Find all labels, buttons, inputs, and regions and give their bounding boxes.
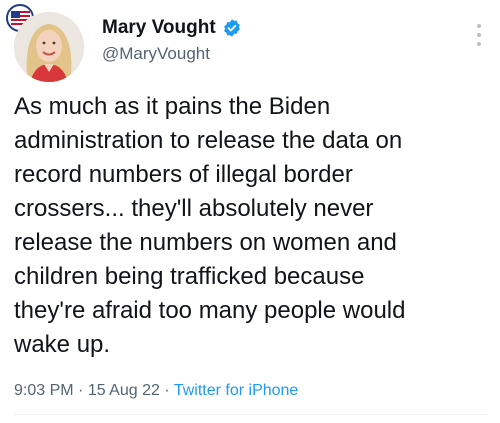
tweet-line: crossers... they'll absolutely never [14,195,374,222]
avatar[interactable] [14,12,84,82]
meta-separator: · [159,382,174,399]
dot [477,42,481,46]
handle[interactable]: @MaryVought [102,44,460,64]
tweet-line: release the numbers on women and [14,229,397,256]
name-row: Mary Vought [102,14,460,42]
tweet-line: As much as it pains the Biden [14,93,331,120]
tweet-date[interactable]: 15 Aug 22 [88,382,160,399]
author-info: Mary Vought @MaryVought [102,14,460,64]
tweet-time[interactable]: 9:03 PM [14,382,74,399]
verified-badge-icon [222,18,242,38]
dot [477,33,481,37]
more-options-icon[interactable] [476,24,482,46]
tweet-source-link[interactable]: Twitter for iPhone [174,382,299,399]
tweet-line: administration to release the data on [14,127,403,154]
tweet-line: children being trafficked because [14,263,365,290]
tweet-line: wake up. [14,331,111,358]
tweet-line: they're afraid too many people would [14,297,406,324]
tweet-meta: 9:03 PM · 15 Aug 22 · Twitter for iPhone [14,382,298,400]
meta-separator: · [73,382,88,399]
divider [14,414,486,415]
tweet-line: record numbers of illegal border [14,161,353,188]
dot [477,24,481,28]
display-name[interactable]: Mary Vought [102,17,216,39]
tweet-text: As much as it pains the Biden administra… [14,90,484,362]
